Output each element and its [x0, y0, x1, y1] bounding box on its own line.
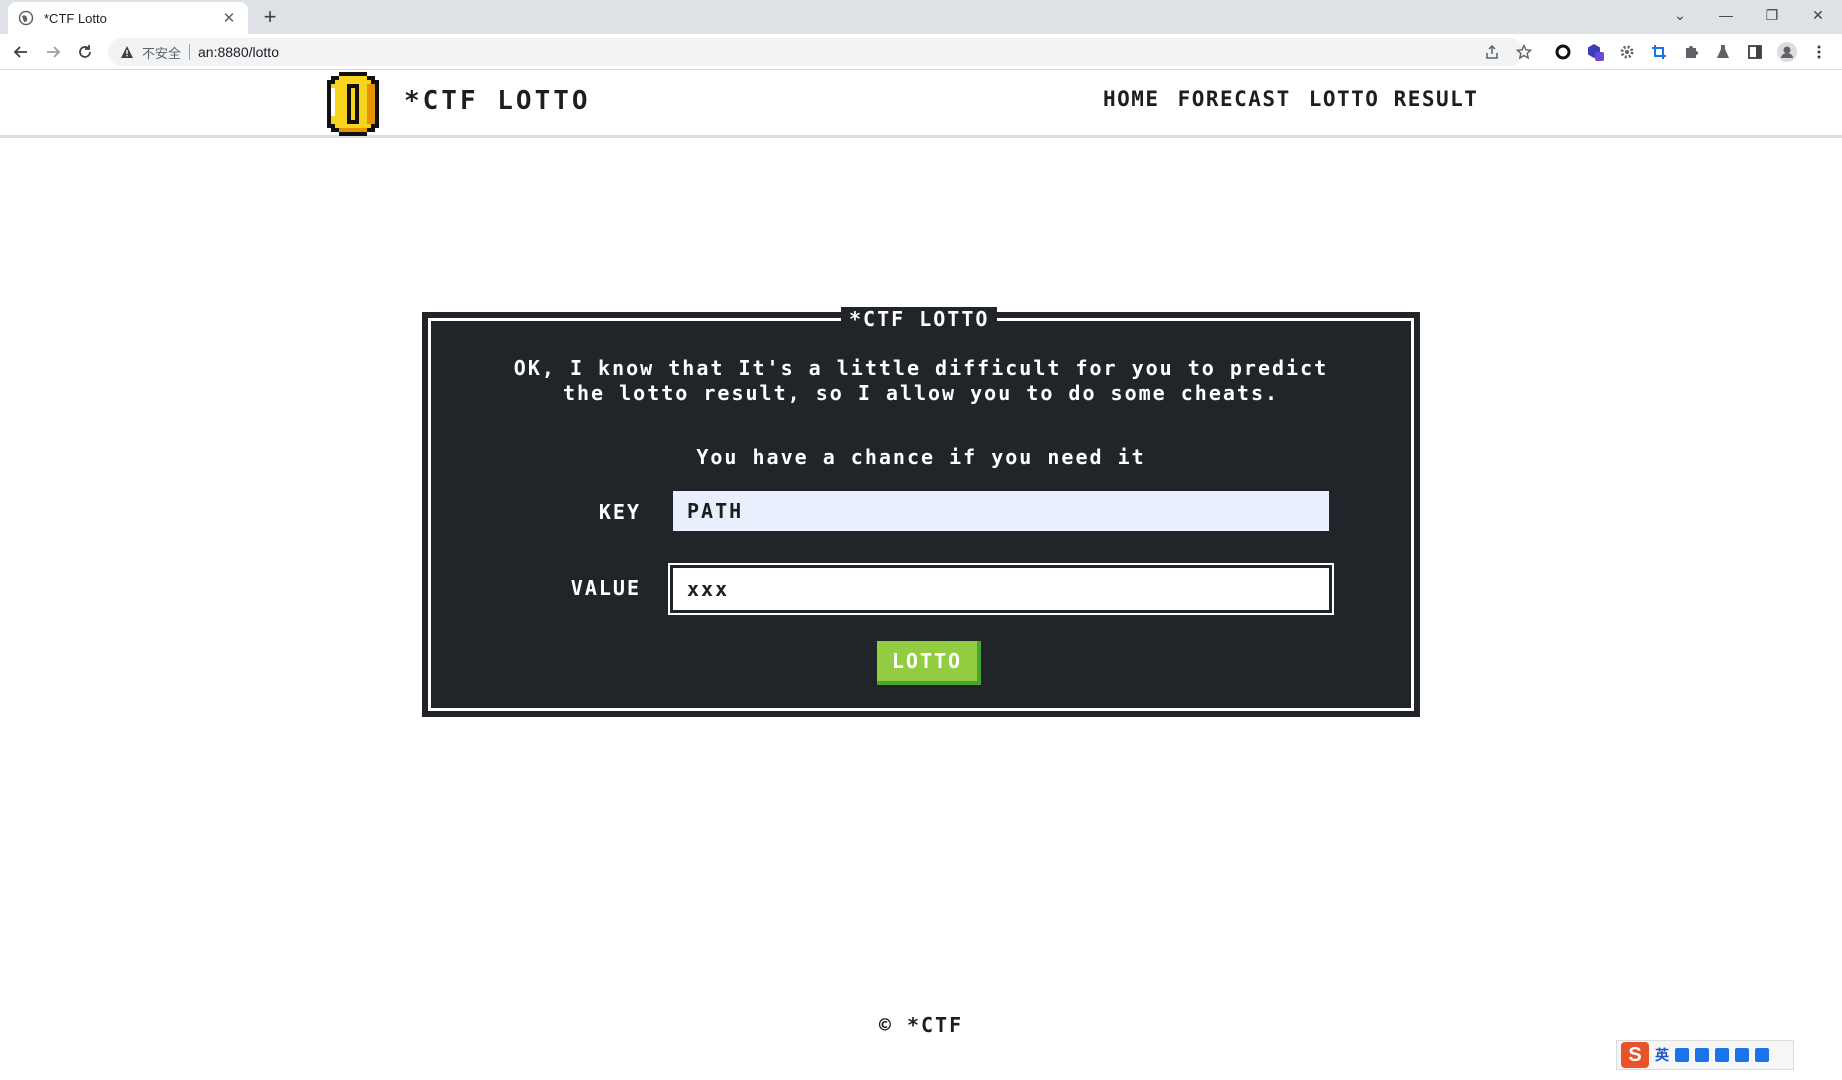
- profile-avatar-icon[interactable]: [1777, 42, 1797, 62]
- extension-hexagon-icon[interactable]: [1585, 42, 1605, 62]
- extension-ring-icon[interactable]: [1553, 42, 1573, 62]
- address-bar[interactable]: 不安全 an:8880/lotto: [108, 38, 1524, 66]
- site-nav: HOME FORECAST LOTTO RESULT: [1103, 87, 1478, 111]
- dialog-title: *CTF LOTTO: [841, 307, 998, 331]
- keyboard-icon[interactable]: [1715, 1048, 1729, 1062]
- security-label[interactable]: 不安全: [142, 43, 181, 62]
- divider: [189, 44, 191, 60]
- url-text[interactable]: an:8880/lotto: [198, 44, 279, 60]
- dialog-frame: *CTF LOTTO OK, I know that It's a little…: [428, 307, 1414, 711]
- nav-home[interactable]: HOME: [1103, 87, 1160, 111]
- forward-arrow-icon[interactable]: [42, 41, 64, 63]
- flask-icon[interactable]: [1713, 42, 1733, 62]
- site-brand[interactable]: *CTF LOTTO: [404, 86, 591, 116]
- toolbox-icon[interactable]: [1755, 1048, 1769, 1062]
- intro-line-1: OK, I know that It's a little difficult …: [513, 356, 1329, 380]
- lotto-dialog: *CTF LOTTO OK, I know that It's a little…: [422, 307, 1420, 717]
- ime-mode[interactable]: 英: [1655, 1045, 1669, 1065]
- extensions-puzzle-icon[interactable]: [1681, 42, 1701, 62]
- lotto-button[interactable]: LOTTO: [877, 641, 981, 685]
- browser-toolbar: 不安全 an:8880/lotto: [0, 34, 1842, 70]
- intro-line-2: the lotto result, so I allow you to do s…: [562, 381, 1280, 405]
- site-footer: © *CTF: [878, 1013, 964, 1037]
- warning-icon: [120, 45, 134, 59]
- globe-icon: [18, 10, 34, 26]
- site-header: *CTF LOTTO HOME FORECAST LOTTO RESULT: [0, 70, 1842, 138]
- coin-logo-icon[interactable]: [323, 72, 383, 136]
- chance-text: You have a chance if you need it: [696, 445, 1146, 469]
- back-arrow-icon[interactable]: [10, 41, 32, 63]
- browser-tab[interactable]: *CTF Lotto ✕: [8, 2, 248, 34]
- tab-search-chevron-icon[interactable]: ⌄: [1664, 0, 1696, 30]
- tab-title: *CTF Lotto: [44, 10, 107, 26]
- restore-button[interactable]: ❐: [1756, 0, 1788, 30]
- intro-text: OK, I know that It's a little difficult …: [431, 356, 1411, 406]
- browser-tab-bar: *CTF Lotto ✕ + ⌄ — ❐ ✕: [0, 0, 1842, 34]
- reload-icon[interactable]: [74, 41, 96, 63]
- sogou-logo-icon[interactable]: S: [1621, 1042, 1649, 1068]
- lotto-button-label: LOTTO: [891, 649, 963, 673]
- nav-lotto-result[interactable]: LOTTO RESULT: [1309, 87, 1479, 111]
- microphone-icon[interactable]: [1695, 1048, 1709, 1062]
- bookmark-star-icon[interactable]: [1514, 42, 1534, 62]
- key-field-value: PATH: [687, 499, 744, 523]
- punctuation-icon[interactable]: [1675, 1048, 1689, 1062]
- close-window-button[interactable]: ✕: [1802, 0, 1834, 30]
- new-tab-button[interactable]: +: [258, 6, 282, 30]
- minimize-button[interactable]: —: [1710, 0, 1742, 30]
- skin-icon[interactable]: [1735, 1048, 1749, 1062]
- value-field[interactable]: xxx: [670, 565, 1332, 613]
- more-menu-icon[interactable]: [1809, 42, 1829, 62]
- value-label: VALUE: [570, 576, 641, 600]
- nav-forecast[interactable]: FORECAST: [1178, 87, 1291, 111]
- close-tab-icon[interactable]: ✕: [220, 9, 238, 27]
- value-field-value: xxx: [687, 577, 730, 601]
- extension-gear-icon[interactable]: [1617, 42, 1637, 62]
- key-label: KEY: [598, 500, 641, 524]
- extension-crop-icon[interactable]: [1649, 42, 1669, 62]
- ime-toolbar[interactable]: S 英: [1616, 1040, 1794, 1070]
- share-icon[interactable]: [1482, 42, 1502, 62]
- key-field[interactable]: PATH: [673, 491, 1329, 531]
- side-panel-icon[interactable]: [1745, 42, 1765, 62]
